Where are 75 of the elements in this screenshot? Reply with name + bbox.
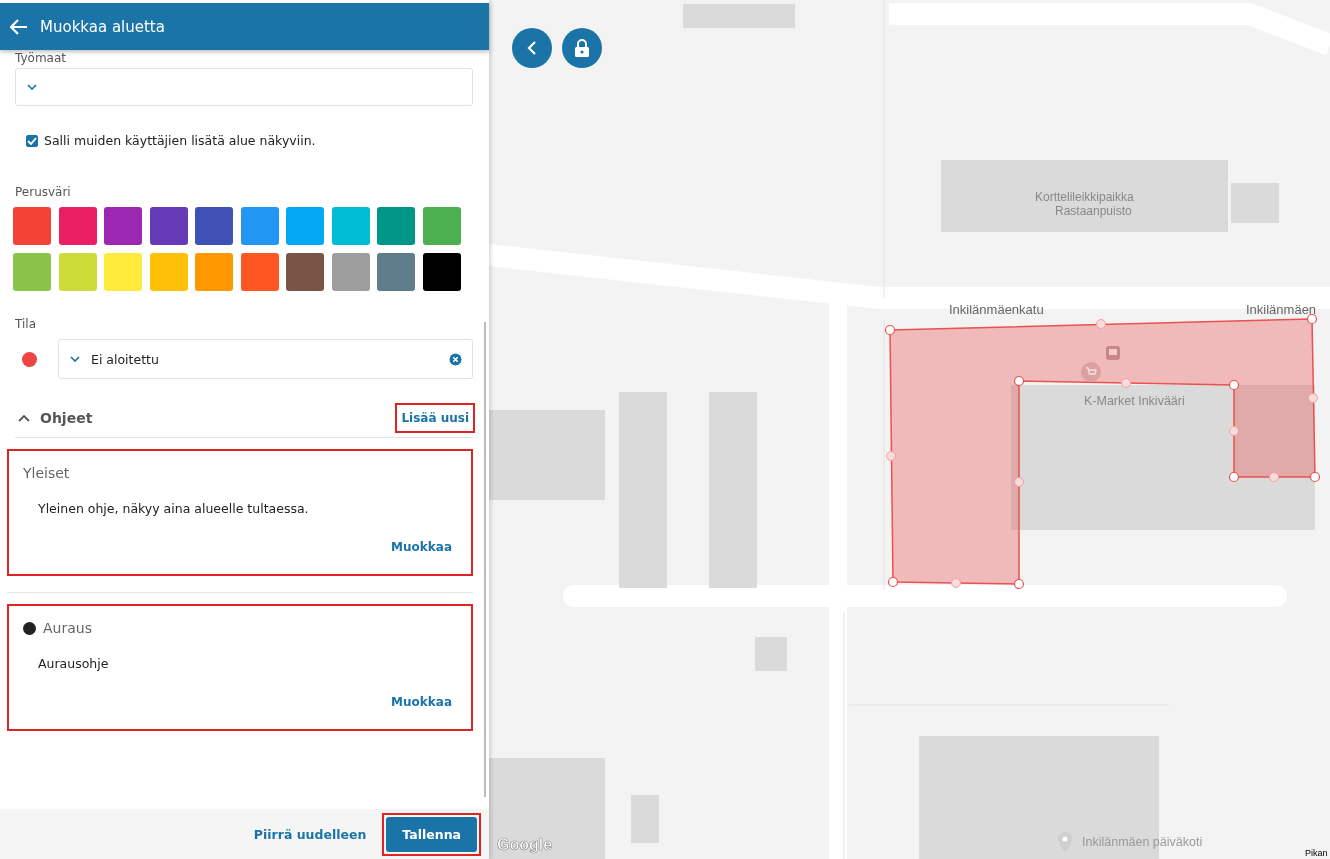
color-swatch[interactable] xyxy=(104,207,142,245)
color-swatch[interactable] xyxy=(240,253,279,291)
color-swatch[interactable] xyxy=(195,207,233,245)
color-swatch[interactable] xyxy=(331,207,370,245)
color-swatch[interactable] xyxy=(149,253,188,291)
card-title: Auraus xyxy=(43,620,92,636)
place-label: Rastaanpuisto xyxy=(1055,204,1132,218)
midpoint-handle[interactable] xyxy=(1121,378,1131,388)
color-swatch[interactable] xyxy=(58,253,97,291)
add-new-link[interactable]: Lisää uusi xyxy=(397,405,473,431)
color-swatch[interactable] xyxy=(377,253,415,291)
color-swatch[interactable] xyxy=(195,253,233,291)
edit-link[interactable]: Muokkaa xyxy=(387,689,456,715)
redraw-button[interactable]: Piirrä uudelleen xyxy=(249,820,371,848)
map-attribution: Pikan xyxy=(1305,848,1328,858)
midpoint-handle[interactable] xyxy=(1229,426,1239,436)
place-label: K-Market Inkivääri xyxy=(1084,394,1185,408)
back-button[interactable] xyxy=(8,16,30,37)
lock-icon xyxy=(575,39,589,57)
vertex-handle[interactable] xyxy=(1228,471,1240,483)
field-label: Perusväri xyxy=(15,185,72,199)
vertex-handle[interactable] xyxy=(1013,578,1025,590)
midpoint-handle[interactable] xyxy=(1308,393,1318,403)
color-swatch[interactable] xyxy=(13,253,51,291)
worksites-select[interactable] xyxy=(15,68,473,106)
card-title: Yleiset xyxy=(23,465,70,481)
section-toggle[interactable]: Ohjeet xyxy=(18,410,93,426)
place-label: Korttelileikkipaikka xyxy=(1035,190,1134,204)
midpoint-handle[interactable] xyxy=(1269,472,1279,482)
vertex-handle[interactable] xyxy=(1309,471,1321,483)
chevron-down-icon xyxy=(26,81,38,93)
edit-link[interactable]: Muokkaa xyxy=(387,534,456,560)
bus-stop-icon xyxy=(1106,346,1120,360)
color-swatch[interactable] xyxy=(149,207,188,245)
field-label: Tila xyxy=(15,317,37,331)
color-swatch[interactable] xyxy=(286,207,324,245)
header-title: Muokkaa aluetta xyxy=(40,17,165,36)
save-button[interactable]: Tallenna xyxy=(386,816,477,852)
color-swatch[interactable] xyxy=(422,207,461,245)
status-select[interactable]: Ei aloitettu xyxy=(58,339,473,379)
color-swatch[interactable] xyxy=(58,207,97,245)
vertex-handle[interactable] xyxy=(887,576,899,588)
card-text: Yleinen ohje, näkyy aina alueelle tultaessa. xyxy=(38,501,310,516)
color-swatch[interactable] xyxy=(331,253,370,291)
card-text: Aurausohje xyxy=(38,656,110,671)
scrollbar[interactable] xyxy=(484,322,486,797)
street-label: Inkilänmäen xyxy=(1246,302,1317,317)
chevron-up-icon xyxy=(18,414,30,422)
shopping-cart-icon xyxy=(1081,362,1101,382)
select-value: Ei aloitettu xyxy=(91,351,160,367)
color-swatch[interactable] xyxy=(377,207,415,245)
midpoint-handle[interactable] xyxy=(1014,477,1024,487)
color-swatch[interactable] xyxy=(286,253,324,291)
chevron-down-icon xyxy=(69,353,81,365)
vertex-handle[interactable] xyxy=(1306,313,1318,325)
color-swatch[interactable] xyxy=(422,253,461,291)
place-label: Inkilänmäen päiväkoti xyxy=(1082,835,1203,849)
checkmark-icon xyxy=(27,136,37,145)
checkbox[interactable] xyxy=(26,134,38,147)
field-label: Työmaat xyxy=(15,51,67,65)
map-logo: Google xyxy=(497,836,553,854)
color-swatch[interactable] xyxy=(13,207,51,245)
midpoint-handle[interactable] xyxy=(1096,319,1106,329)
color-swatch[interactable] xyxy=(104,253,142,291)
street-label: Inkilänmäenkatu xyxy=(949,302,1044,317)
chevron-left-icon xyxy=(527,41,537,55)
midpoint-handle[interactable] xyxy=(886,451,896,461)
checkbox-label: Salli muiden käyttäjien lisätä alue näkyviin. xyxy=(44,133,316,148)
back-arrow-icon xyxy=(10,18,28,35)
vertex-handle[interactable] xyxy=(884,324,896,336)
color-swatch[interactable] xyxy=(240,207,279,245)
vertex-handle[interactable] xyxy=(1013,375,1025,387)
midpoint-handle[interactable] xyxy=(951,578,961,588)
map-pin-icon xyxy=(1058,832,1072,852)
vertex-handle[interactable] xyxy=(1228,379,1240,391)
